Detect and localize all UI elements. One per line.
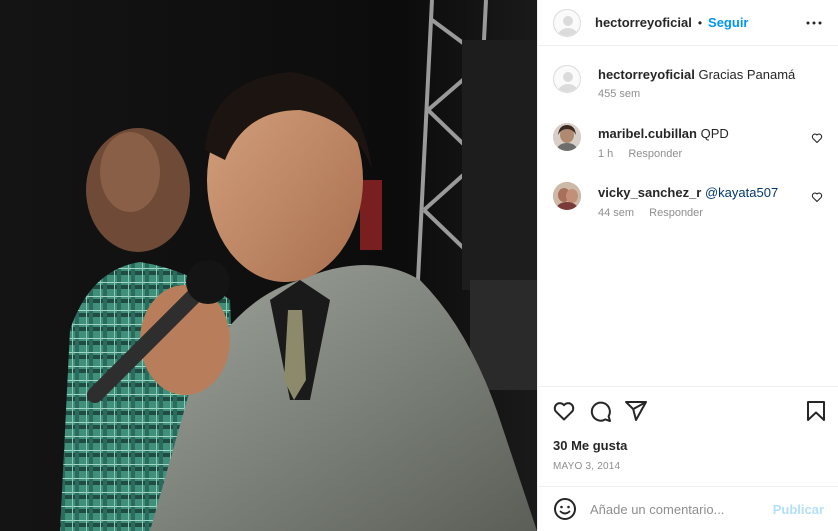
caption-time[interactable]: 455 sem [598,88,640,100]
heart-icon[interactable] [811,132,823,144]
comment-username[interactable]: vicky_sanchez_r [598,185,701,200]
follow-button[interactable]: Seguir [708,15,748,30]
comment-text: maribel.cubillan QPD [598,125,808,142]
comment-icon[interactable] [588,399,612,423]
emoji-icon[interactable] [553,497,577,521]
more-horizontal-icon[interactable] [805,14,823,32]
likes-count[interactable]: 30 Me gusta [553,438,627,453]
comment-body: QPD [700,126,729,141]
header-username[interactable]: hectorreyoficial [595,15,692,30]
comment-meta: 44 sem Responder [598,207,715,219]
caption-text: hectorreyoficial Gracias Panamá [598,66,808,83]
comment-time[interactable]: 1 h [598,148,613,160]
share-icon[interactable] [624,399,648,423]
caption-row: hectorreyoficial Gracias Panamá 455 sem [553,65,823,105]
reply-button[interactable]: Responder [649,207,703,219]
caption-body: Gracias Panamá [698,67,796,82]
caption-meta: 455 sem [598,88,652,100]
avatar[interactable] [553,123,581,151]
publish-button[interactable]: Publicar [773,502,824,517]
comment-input[interactable] [590,501,773,517]
comment-text: vicky_sanchez_r @kayata507 [598,184,808,201]
list-item: maribel.cubillan QPD 1 h Responder [553,123,823,163]
heart-icon[interactable] [811,191,823,203]
comment-username[interactable]: maribel.cubillan [598,126,697,141]
post-image [0,0,537,531]
avatar[interactable] [553,65,581,93]
post-date[interactable]: MAYO 3, 2014 [553,461,620,472]
comment-mention[interactable]: @kayata507 [705,185,778,200]
comment-time[interactable]: 44 sem [598,207,634,219]
comments-list: hectorreyoficial Gracias Panamá 455 sem … [538,47,838,387]
comment-meta: 1 h Responder [598,148,694,160]
heart-icon[interactable] [552,399,576,423]
avatar[interactable] [553,8,581,37]
post-actions: 30 Me gusta MAYO 3, 2014 [538,386,838,486]
separator-dot: • [697,15,703,30]
reply-button[interactable]: Responder [628,148,682,160]
comment-bar: Publicar [538,486,838,531]
caption-username[interactable]: hectorreyoficial [598,67,695,82]
bookmark-icon[interactable] [804,399,828,423]
post-photo[interactable] [0,0,537,531]
post-side-panel: hectorreyoficial • Seguir hectorreyofici… [537,0,838,531]
avatar[interactable] [553,182,581,210]
list-item: vicky_sanchez_r @kayata507 44 sem Respon… [553,182,823,222]
post-header: hectorreyoficial • Seguir [538,0,838,46]
